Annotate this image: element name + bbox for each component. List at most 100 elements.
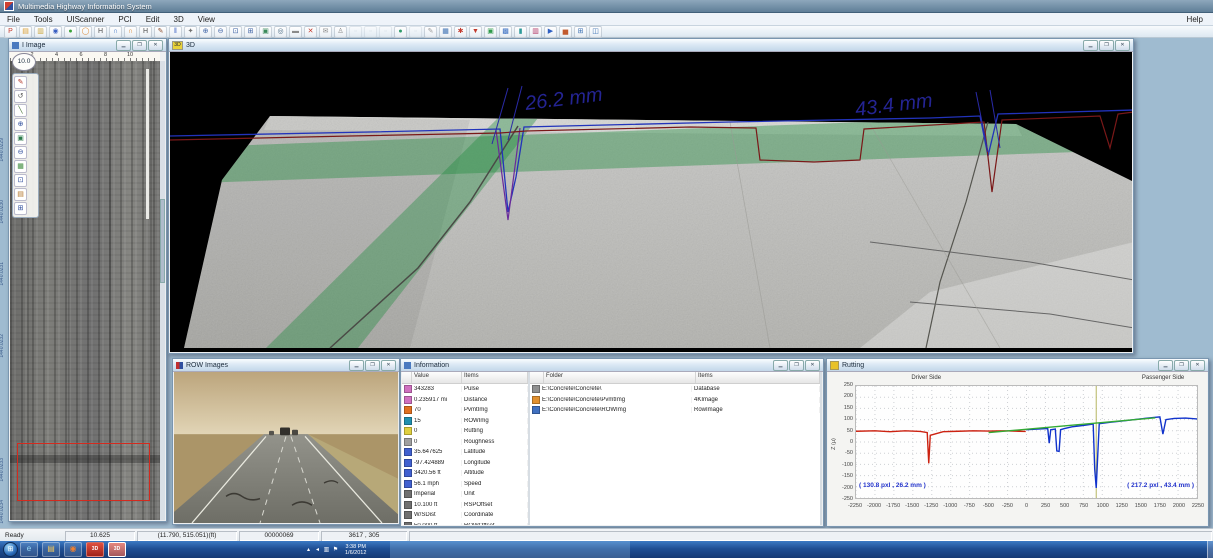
- table-row[interactable]: 343283Pulse: [402, 384, 528, 395]
- h-marker2-icon[interactable]: H: [139, 26, 152, 38]
- pointer-icon[interactable]: ✦: [184, 26, 197, 38]
- play-icon[interactable]: ▶: [544, 26, 557, 38]
- minimize-button[interactable]: ▁: [349, 360, 364, 371]
- table-row[interactable]: 15ROWImg: [402, 416, 528, 427]
- table-row[interactable]: 0Rutting: [402, 426, 528, 437]
- menu-file[interactable]: File: [0, 15, 27, 24]
- table-row[interactable]: 35.647625Latitude: [402, 447, 528, 458]
- menu-edit[interactable]: Edit: [139, 15, 167, 24]
- column-header-items[interactable]: Items: [696, 372, 820, 383]
- disabled-tool-icon-4[interactable]: ▫: [409, 26, 422, 38]
- image-select-icon[interactable]: ▣: [14, 132, 27, 145]
- pen-gray-icon[interactable]: ✎: [424, 26, 437, 38]
- threed-window-titlebar[interactable]: 3D 3D ▁ ❐ ✕: [169, 39, 1133, 52]
- grid-icon[interactable]: ▦: [14, 160, 27, 173]
- close-button[interactable]: ✕: [1115, 40, 1130, 51]
- rutting-window-titlebar[interactable]: Rutting ▁ ❐ ✕: [827, 359, 1208, 372]
- zoom-window-icon[interactable]: ⊡: [229, 26, 242, 38]
- row-photo[interactable]: [174, 372, 398, 523]
- user-pin-icon[interactable]: ♙: [334, 26, 347, 38]
- close-button[interactable]: ✕: [805, 360, 820, 371]
- column-header-value[interactable]: Value: [412, 372, 462, 383]
- internet-explorer-icon[interactable]: e: [20, 542, 38, 557]
- p-document-icon[interactable]: P: [4, 26, 17, 38]
- column-header-items[interactable]: Items: [462, 372, 528, 383]
- pen-icon[interactable]: ✎: [154, 26, 167, 38]
- drop-marker-icon[interactable]: ▼: [469, 26, 482, 38]
- zoom-fit-icon[interactable]: ⊞: [244, 26, 257, 38]
- menu-3d[interactable]: 3D: [167, 15, 191, 24]
- restore-button[interactable]: ❐: [1174, 360, 1189, 371]
- arch-blue-icon[interactable]: ∩: [109, 26, 122, 38]
- save-folder-icon[interactable]: ▥: [34, 26, 47, 38]
- column-header-folder[interactable]: Folder: [544, 372, 696, 383]
- restore-button[interactable]: ❐: [1099, 40, 1114, 51]
- tray-alert-icon[interactable]: ⚑: [332, 546, 339, 553]
- window-tile-icon[interactable]: ⊞: [574, 26, 587, 38]
- zoom-window-icon[interactable]: ⊡: [14, 174, 27, 187]
- mhis-app-button-1[interactable]: 3D: [86, 542, 104, 557]
- image-view-icon[interactable]: ▣: [259, 26, 272, 38]
- table-row[interactable]: 56.1 mphSpeed: [402, 479, 528, 490]
- zoom-out-icon[interactable]: ⊖: [14, 146, 27, 159]
- checker-icon[interactable]: ▩: [499, 26, 512, 38]
- close-button[interactable]: ✕: [1190, 360, 1205, 371]
- table-row[interactable]: 0.235917 miDistance: [402, 395, 528, 406]
- threed-viewport[interactable]: 26.2 mm 43.4 mm: [170, 52, 1132, 352]
- tray-network-icon[interactable]: ▥: [323, 546, 330, 553]
- rotate-icon[interactable]: ↺: [14, 90, 27, 103]
- mhis-app-button-2[interactable]: 3D: [108, 542, 126, 557]
- selection-rectangle[interactable]: [17, 443, 150, 501]
- table-icon[interactable]: ▦: [439, 26, 452, 38]
- zoom-in-icon[interactable]: ⊕: [199, 26, 212, 38]
- table-row[interactable]: E:\Concrete\Concrete\Database: [530, 384, 820, 395]
- disabled-tool-icon-3[interactable]: ▫: [379, 26, 392, 38]
- minimize-button[interactable]: ▁: [116, 40, 131, 51]
- information-window-titlebar[interactable]: Information ▁ ❐ ✕: [401, 359, 823, 372]
- info-values-table[interactable]: ValueItems343283Pulse0.235917 miDistance…: [402, 372, 530, 525]
- app-titlebar[interactable]: Multimedia Highway Information System: [0, 0, 1213, 13]
- scrollbar-thumb[interactable]: [160, 199, 165, 284]
- image-window-titlebar[interactable]: I Image ▁ ❐ ✕: [9, 39, 166, 52]
- media-player-icon[interactable]: ◉: [64, 542, 82, 557]
- close-red-icon[interactable]: ✕: [304, 26, 317, 38]
- zoom-in-icon[interactable]: ⊕: [14, 118, 27, 131]
- table-row[interactable]: E:\Concrete\Concrete\PvmtImg4KImage: [530, 395, 820, 406]
- palette-icon[interactable]: ▤: [14, 188, 27, 201]
- start-button[interactable]: ⊞: [3, 542, 18, 557]
- chart-icon[interactable]: ▅: [559, 26, 572, 38]
- minimize-button[interactable]: ▁: [1158, 360, 1173, 371]
- taskbar-clock[interactable]: 3:38 PM 1/6/2012: [345, 544, 366, 556]
- rutting-plot[interactable]: ( 130.8 pxl , 26.2 mm ) ( 217.2 pxl , 43…: [855, 385, 1198, 499]
- table-row[interactable]: E:\Concrete\Concrete\ROWImgRowImage: [530, 405, 820, 416]
- explorer-folder-icon[interactable]: ▤: [42, 542, 60, 557]
- table-row[interactable]: W/SDistCoordinate: [402, 510, 528, 521]
- panel-icon[interactable]: ▬: [289, 26, 302, 38]
- asterisk-red-icon[interactable]: ✱: [454, 26, 467, 38]
- disabled-tool-icon-2[interactable]: ▫: [364, 26, 377, 38]
- sphere-icon[interactable]: ◎: [274, 26, 287, 38]
- menu-pci[interactable]: PCI: [111, 15, 138, 24]
- zoom-out-icon[interactable]: ⊖: [214, 26, 227, 38]
- open-folder-icon[interactable]: ▤: [19, 26, 32, 38]
- close-button[interactable]: ✕: [148, 40, 163, 51]
- h-marker-icon[interactable]: H: [94, 26, 107, 38]
- table-row[interactable]: 10.100 ftRSPOffset: [402, 500, 528, 511]
- tray-volume-icon[interactable]: ◂: [314, 546, 321, 553]
- menu-uiscanner[interactable]: UIScanner: [60, 15, 112, 24]
- minimize-button[interactable]: ▁: [1083, 40, 1098, 51]
- restore-button[interactable]: ❐: [789, 360, 804, 371]
- pause-icon[interactable]: ‖: [169, 26, 182, 38]
- vertical-scrollbar[interactable]: [160, 61, 165, 520]
- teal-bar-icon[interactable]: ▮: [514, 26, 527, 38]
- show-desktop-button[interactable]: [1207, 541, 1213, 558]
- window-split-icon[interactable]: ◫: [589, 26, 602, 38]
- arch-orange-icon[interactable]: ∩: [124, 26, 137, 38]
- close-button[interactable]: ✕: [381, 360, 396, 371]
- restore-button[interactable]: ❐: [132, 40, 147, 51]
- table-row[interactable]: ImperialUnit: [402, 489, 528, 500]
- row-window-titlebar[interactable]: ROW Images ▁ ❐ ✕: [173, 359, 399, 372]
- zoom-fit-icon[interactable]: ⊞: [14, 202, 27, 215]
- mail-icon[interactable]: ✉: [319, 26, 332, 38]
- info-folders-table[interactable]: FolderItemsE:\Concrete\Concrete\Database…: [530, 372, 822, 525]
